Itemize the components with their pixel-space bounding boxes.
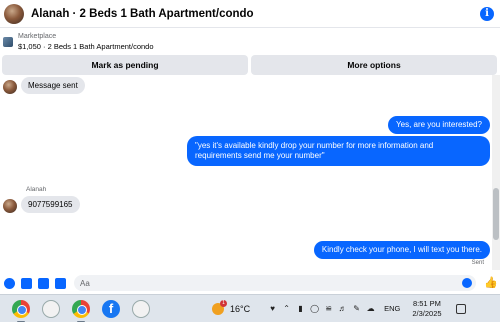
message-bubble-incoming: 9077599165 (21, 196, 80, 213)
notification-badge: 1 (220, 299, 227, 307)
thumbs-up-icon[interactable]: 👍 (484, 277, 498, 289)
wifi-icon[interactable]: ≌ (324, 304, 333, 313)
plus-icon[interactable] (4, 277, 15, 289)
language-indicator[interactable]: ENG (384, 304, 400, 313)
cloud-icon[interactable]: ☁ (366, 304, 375, 313)
message-composer: Aa 👍 (0, 272, 500, 294)
paint-icon[interactable] (132, 299, 150, 318)
pen-icon[interactable]: ✎ (352, 304, 361, 313)
facebook-glyph: f (108, 301, 114, 316)
message-bubble-outgoing: "yes it's available kindly drop your num… (187, 136, 490, 166)
avatar[interactable] (4, 3, 24, 24)
message-scrollbar[interactable] (492, 75, 500, 270)
listing-actions: Mark as pending More options (0, 55, 500, 75)
listing-text: Marketplace $1,050 · 2 Beds 1 Bath Apart… (18, 32, 154, 52)
sender-name: Alanah (26, 186, 47, 193)
sender-avatar (3, 80, 17, 94)
scrollbar-thumb[interactable] (493, 188, 499, 240)
chevron-up-icon[interactable]: ⌃ (282, 304, 291, 313)
windows-taskbar: f 1 16°C ♥ ⌃ ▮ ◯ ≌ ♬ ✎ ☁ ENG 8:51 PM 2/3… (0, 294, 500, 322)
listing-title: $1,050 · 2 Beds 1 Bath Apartment/condo (18, 41, 154, 51)
notification-icon[interactable] (455, 303, 466, 314)
message-bubble-incoming: Message sent (21, 77, 85, 94)
message-input[interactable]: Aa (74, 275, 476, 291)
chrome-icon[interactable] (12, 299, 30, 322)
chrome-profile-icon[interactable] (72, 299, 90, 322)
message-list: Message sent Yes, are you interested? "y… (0, 75, 492, 270)
sender-avatar (3, 199, 17, 213)
emoji-icon[interactable] (462, 278, 472, 288)
marketplace-listing[interactable]: Marketplace $1,050 · 2 Beds 1 Bath Apart… (0, 28, 500, 55)
listing-thumbnail (3, 36, 13, 47)
clock-date: 2/3/2025 (412, 308, 442, 318)
conversation-header: Alanah · 2 Beds 1 Bath Apartment/condo i (0, 0, 500, 28)
conversation-title[interactable]: Alanah · 2 Beds 1 Bath Apartment/condo (31, 8, 480, 20)
weather-icon: 1 (212, 299, 227, 315)
info-icon[interactable]: i (480, 6, 494, 21)
heart-icon[interactable]: ♥ (268, 304, 277, 313)
info-icon-glyph: i (485, 8, 489, 19)
temperature: 16°C (230, 303, 251, 314)
more-options-button[interactable]: More options (251, 55, 497, 75)
sent-status: Sent (471, 260, 484, 266)
shield-icon[interactable]: ◯ (310, 304, 319, 313)
sticker-icon[interactable] (38, 277, 49, 289)
system-tray: ♥ ⌃ ▮ ◯ ≌ ♬ ✎ ☁ ENG (268, 304, 400, 313)
volume-icon[interactable]: ♬ (338, 304, 347, 313)
battery-icon[interactable]: ▮ (296, 304, 305, 313)
marketplace-label: Marketplace (18, 32, 57, 40)
snipping-tool-icon[interactable] (42, 299, 60, 318)
clock[interactable]: 8:51 PM 2/3/2025 (412, 299, 441, 319)
message-input-placeholder: Aa (80, 278, 90, 288)
message-bubble-outgoing: Kindly check your phone, I will text you… (313, 241, 490, 259)
weather-widget[interactable]: 1 16°C (212, 299, 251, 315)
facebook-icon[interactable]: f (102, 299, 120, 318)
mark-as-pending-button[interactable]: Mark as pending (2, 55, 248, 75)
message-bubble-outgoing: Yes, are you interested? (388, 116, 490, 134)
image-icon[interactable] (21, 277, 32, 289)
clock-time: 8:51 PM (413, 298, 441, 308)
gif-icon[interactable] (55, 277, 66, 289)
